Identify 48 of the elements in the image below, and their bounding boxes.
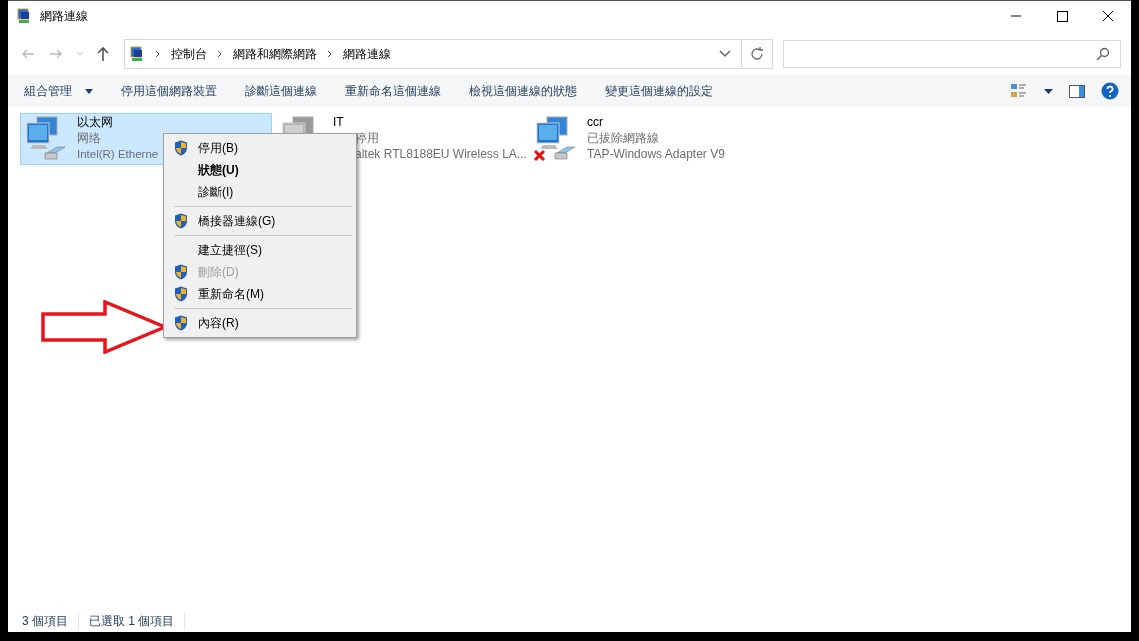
address-bar[interactable]: 控制台 網路和網際網路 網路連線 (124, 39, 742, 69)
menu-item[interactable]: 橋接器連線(G) (166, 210, 354, 232)
menu-item[interactable]: 診斷(I) (166, 181, 354, 203)
connection-name: 以太网 (77, 115, 114, 130)
shield-icon (174, 286, 188, 302)
window-title: 網路連線 (40, 7, 88, 25)
chevron-icon (155, 50, 161, 58)
toolbar-button[interactable]: 變更這個連線的設定 (599, 78, 719, 104)
network-icon (129, 46, 145, 62)
caret-icon[interactable] (85, 88, 93, 94)
toolbar-button[interactable]: 診斷這個連線 (239, 78, 323, 104)
shield-icon (174, 213, 188, 229)
adapter-name: Intel(R) Etherne (77, 147, 159, 162)
toolbar-button[interactable]: 重新命名這個連線 (339, 78, 447, 104)
status-text: 已選取 1 個項目 (89, 612, 186, 630)
toolbar-button[interactable]: 組合管理 (18, 78, 99, 104)
caret-icon[interactable] (1044, 88, 1053, 94)
menu-item[interactable]: 建立捷徑(S) (166, 239, 354, 261)
breadcrumb[interactable]: 控制台 (171, 45, 207, 63)
search-icon (1096, 47, 1110, 61)
search-field[interactable] (783, 40, 1121, 68)
status-text: 3 個項目 (22, 612, 79, 630)
connection-status: 已拔除網路線 (587, 130, 660, 146)
chevron-icon (217, 50, 223, 58)
connection-name: ccr (587, 114, 604, 130)
help-icon[interactable] (1101, 82, 1119, 100)
toolbar-button[interactable]: 檢視這個連線的狀態 (463, 78, 583, 104)
menu-item[interactable]: 重新命名(M) (166, 283, 354, 305)
refresh-icon (750, 47, 764, 61)
view-options-icon[interactable] (1010, 83, 1028, 99)
chevron-icon (327, 50, 333, 58)
connection-item[interactable]: ccr 已拔除網路線 TAP-Windows Adapter V9 (530, 113, 782, 165)
history-caret-icon[interactable] (76, 51, 84, 57)
preview-pane-icon[interactable] (1069, 84, 1085, 98)
shield-icon (174, 264, 188, 280)
adapter-name: TAP-Windows Adapter V9 (587, 146, 725, 162)
refresh-button[interactable] (742, 39, 773, 69)
dropdown-icon[interactable] (719, 50, 731, 58)
connection-name: IT (333, 114, 345, 130)
breadcrumb[interactable]: 網路連線 (343, 45, 391, 63)
toolbar-button[interactable]: 停用這個網路裝置 (115, 78, 223, 104)
shield-icon (174, 315, 188, 331)
connection-status: 网络 (77, 131, 102, 146)
network-icon (16, 8, 32, 24)
menu-item[interactable]: 內容(R) (166, 312, 354, 334)
up-icon[interactable] (96, 46, 110, 62)
shield-icon (174, 140, 188, 156)
breadcrumb[interactable]: 網路和網際網路 (233, 45, 317, 63)
